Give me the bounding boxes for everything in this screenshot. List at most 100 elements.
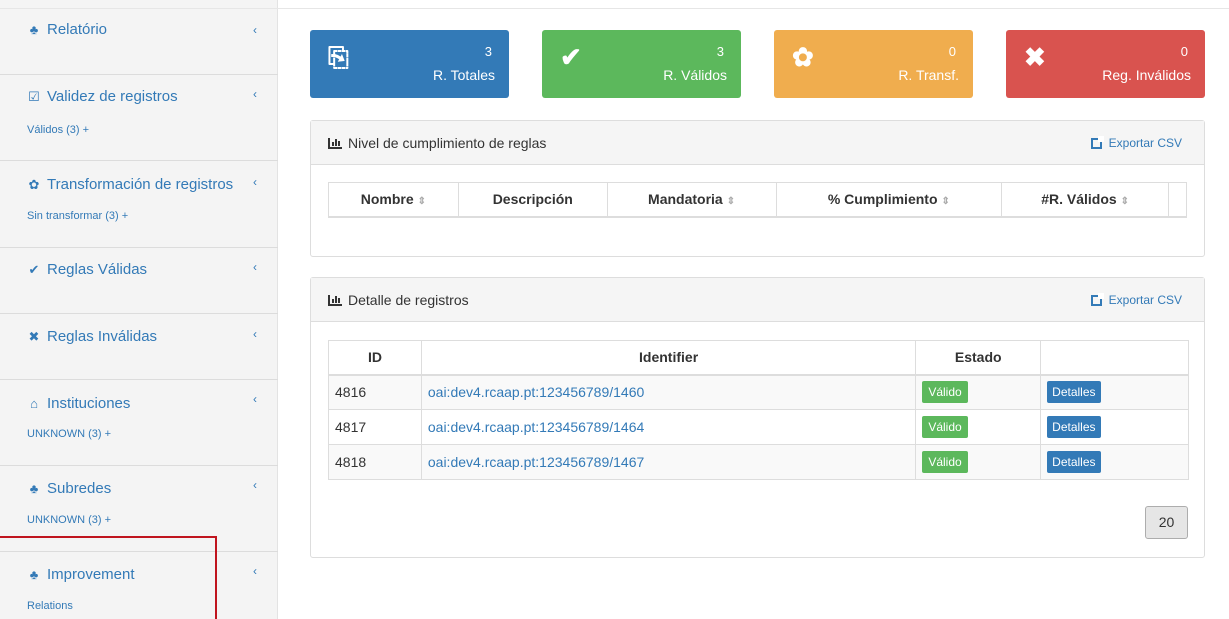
sidebar-item-reglas-invalidas[interactable]: ✖ Reglas Inválidas ‹ [0, 314, 278, 380]
sidebar-item-label: Instituciones [47, 395, 131, 412]
table-row: 4818 oai:dev4.rcaap.pt:123456789/1467 Vá… [328, 444, 1189, 480]
column-header-validos[interactable]: #R. Válidos ⇕ [1001, 182, 1169, 218]
sidebar-item-relatorio[interactable]: ♣ Relatório ‹ [0, 9, 278, 75]
column-header-nombre[interactable]: Nombre ⇕ [328, 182, 459, 218]
stat-transformed-records: ✿ 0 R. Transf. [774, 30, 973, 98]
sidebar-item-transformacion[interactable]: ✿ Transformación de registros ‹ Sin trans… [0, 161, 278, 248]
sidebar-sub-link[interactable]: UNKNOWN (3) + [27, 428, 111, 440]
record-identifier-link[interactable]: oai:dev4.rcaap.pt:123456789/1467 [428, 454, 644, 470]
panel-heading: Nivel de cumplimiento de reglas Exportar… [311, 121, 1204, 165]
status-badge: Válido [922, 381, 968, 404]
record-status-cell: Válido [915, 374, 1042, 410]
record-identifier-link[interactable]: oai:dev4.rcaap.pt:123456789/1460 [428, 384, 644, 400]
table-row: 4816 oai:dev4.rcaap.pt:123456789/1460 Vá… [328, 374, 1189, 410]
sidebar-item-label: Subredes [47, 480, 112, 497]
column-header-mandatoria[interactable]: Mandatoria ⇕ [606, 182, 777, 218]
column-header-label: Descripción [492, 191, 573, 208]
chevron-left-icon[interactable]: ‹ [253, 392, 257, 406]
record-identifier-cell: oai:dev4.rcaap.pt:123456789/1464 [420, 409, 917, 445]
gears-icon: ✿ [792, 42, 814, 72]
sidebar-item-label: Transformación de registros [47, 176, 234, 193]
highlight-box [0, 536, 217, 619]
stat-valid-records: ✔ 3 R. Válidos [542, 30, 741, 98]
column-header-estado: Estado [915, 340, 1042, 376]
stat-value: 3 [484, 44, 492, 59]
export-csv-link[interactable]: Exportar CSV [1090, 135, 1182, 150]
record-id: 4816 [328, 374, 422, 410]
sidebar: ♣ Relatório ‹ ☑ Validez de registros ‹ Vál… [0, 0, 278, 619]
check-icon: ✔ [28, 261, 40, 277]
stat-value: 0 [1180, 44, 1188, 59]
status-badge: Válido [922, 451, 968, 473]
record-identifier-link[interactable]: oai:dev4.rcaap.pt:123456789/1464 [428, 419, 644, 435]
stat-label: R. Totales [433, 67, 495, 83]
external-link-icon [1090, 135, 1104, 149]
panel-title-text: Detalle de registros [348, 292, 469, 308]
page-size-button[interactable]: 20 [1145, 506, 1188, 539]
sitemap-icon: ♣ [29, 481, 39, 496]
sidebar-sub-link[interactable]: Sin transformar (3) + [27, 210, 128, 222]
sidebar-sub-link[interactable]: Válidos (3) + [27, 124, 89, 136]
record-id: 4817 [328, 409, 422, 445]
chevron-left-icon[interactable]: ‹ [253, 478, 257, 492]
sidebar-item-validez[interactable]: ☑ Validez de registros ‹ Válidos (3) + [0, 75, 278, 161]
rules-table: Nombre ⇕ Descripción Mandatoria ⇕ % Cumpli… [328, 182, 1187, 218]
sidebar-item-label: Reglas Inválidas [47, 328, 158, 345]
gear-icon: ✿ [28, 176, 40, 192]
sidebar-item-label: Validez de registros [47, 88, 178, 105]
bar-chart-icon [328, 294, 342, 306]
stat-value: 3 [716, 44, 724, 59]
record-status-cell: Válido [915, 409, 1042, 445]
sidebar-sub-link[interactable]: UNKNOWN (3) + [27, 514, 111, 526]
check-icon: ✔ [560, 42, 582, 72]
chevron-left-icon[interactable]: ‹ [253, 564, 257, 578]
panel-title-text: Nivel de cumplimiento de reglas [348, 135, 547, 151]
chevron-left-icon[interactable]: ‹ [253, 327, 257, 341]
stat-total-records: ⎘ 3 R. Totales [310, 30, 509, 98]
stat-label: R. Transf. [898, 67, 959, 83]
export-csv-link[interactable]: Exportar CSV [1090, 292, 1182, 307]
times-icon: ✖ [28, 328, 40, 344]
copy-icon: ⎘ [328, 42, 349, 72]
bar-chart-icon [328, 137, 342, 149]
record-action-cell: Detalles [1040, 409, 1189, 445]
institution-icon: ⌂ [30, 396, 38, 411]
column-header-descripcion: Descripción [457, 182, 608, 218]
column-header-cumplimiento[interactable]: % Cumplimiento ⇕ [775, 182, 1003, 218]
panel-title: Nivel de cumplimiento de reglas [328, 135, 546, 151]
record-status-cell: Válido [915, 444, 1042, 480]
column-header-empty [1168, 182, 1187, 218]
stat-label: Reg. Inválidos [1102, 67, 1191, 83]
details-button[interactable]: Detalles [1047, 381, 1101, 404]
sidebar-item-label: Relatório [47, 21, 108, 38]
export-label: Exportar CSV [1108, 136, 1182, 150]
stat-value: 0 [948, 44, 956, 59]
record-action-cell: Detalles [1040, 374, 1189, 410]
details-button[interactable]: Detalles [1047, 416, 1101, 438]
sort-icon: ⇕ [417, 196, 427, 208]
records-table: ID Identifier Estado 4816 oai:dev4.rcaap… [328, 340, 1189, 480]
records-panel: Detalle de registros Exportar CSV ID Ide… [310, 277, 1205, 558]
sidebar-item-label: Reglas Válidas [47, 261, 148, 278]
times-icon: ✖ [1024, 42, 1046, 72]
sort-icon: ⇕ [1120, 196, 1130, 208]
column-header-id: ID [328, 340, 422, 376]
sort-icon: ⇕ [941, 196, 950, 208]
sitemap-icon: ♣ [29, 22, 39, 37]
stat-invalid-records: ✖ 0 Reg. Inválidos [1006, 30, 1205, 98]
chevron-left-icon[interactable]: ‹ [253, 175, 257, 189]
sidebar-item-reglas-validas[interactable]: ✔ Reglas Válidas ‹ [0, 248, 278, 314]
record-identifier-cell: oai:dev4.rcaap.pt:123456789/1460 [420, 374, 917, 410]
column-header-actions [1040, 340, 1189, 376]
chevron-left-icon[interactable]: ‹ [253, 260, 257, 274]
panel-heading: Detalle de registros Exportar CSV [311, 278, 1204, 322]
record-id: 4818 [328, 444, 422, 480]
chevron-left-icon[interactable]: ‹ [253, 87, 257, 101]
sidebar-item-instituciones[interactable]: ⌂ Instituciones ‹ UNKNOWN (3) + [0, 380, 278, 466]
stat-label: R. Válidos [663, 67, 727, 83]
details-button[interactable]: Detalles [1047, 451, 1101, 473]
column-header-label: #R. Válidos [1041, 191, 1117, 208]
sort-icon: ⇕ [726, 196, 736, 208]
export-label: Exportar CSV [1108, 293, 1182, 307]
chevron-left-icon[interactable]: ‹ [253, 23, 257, 37]
